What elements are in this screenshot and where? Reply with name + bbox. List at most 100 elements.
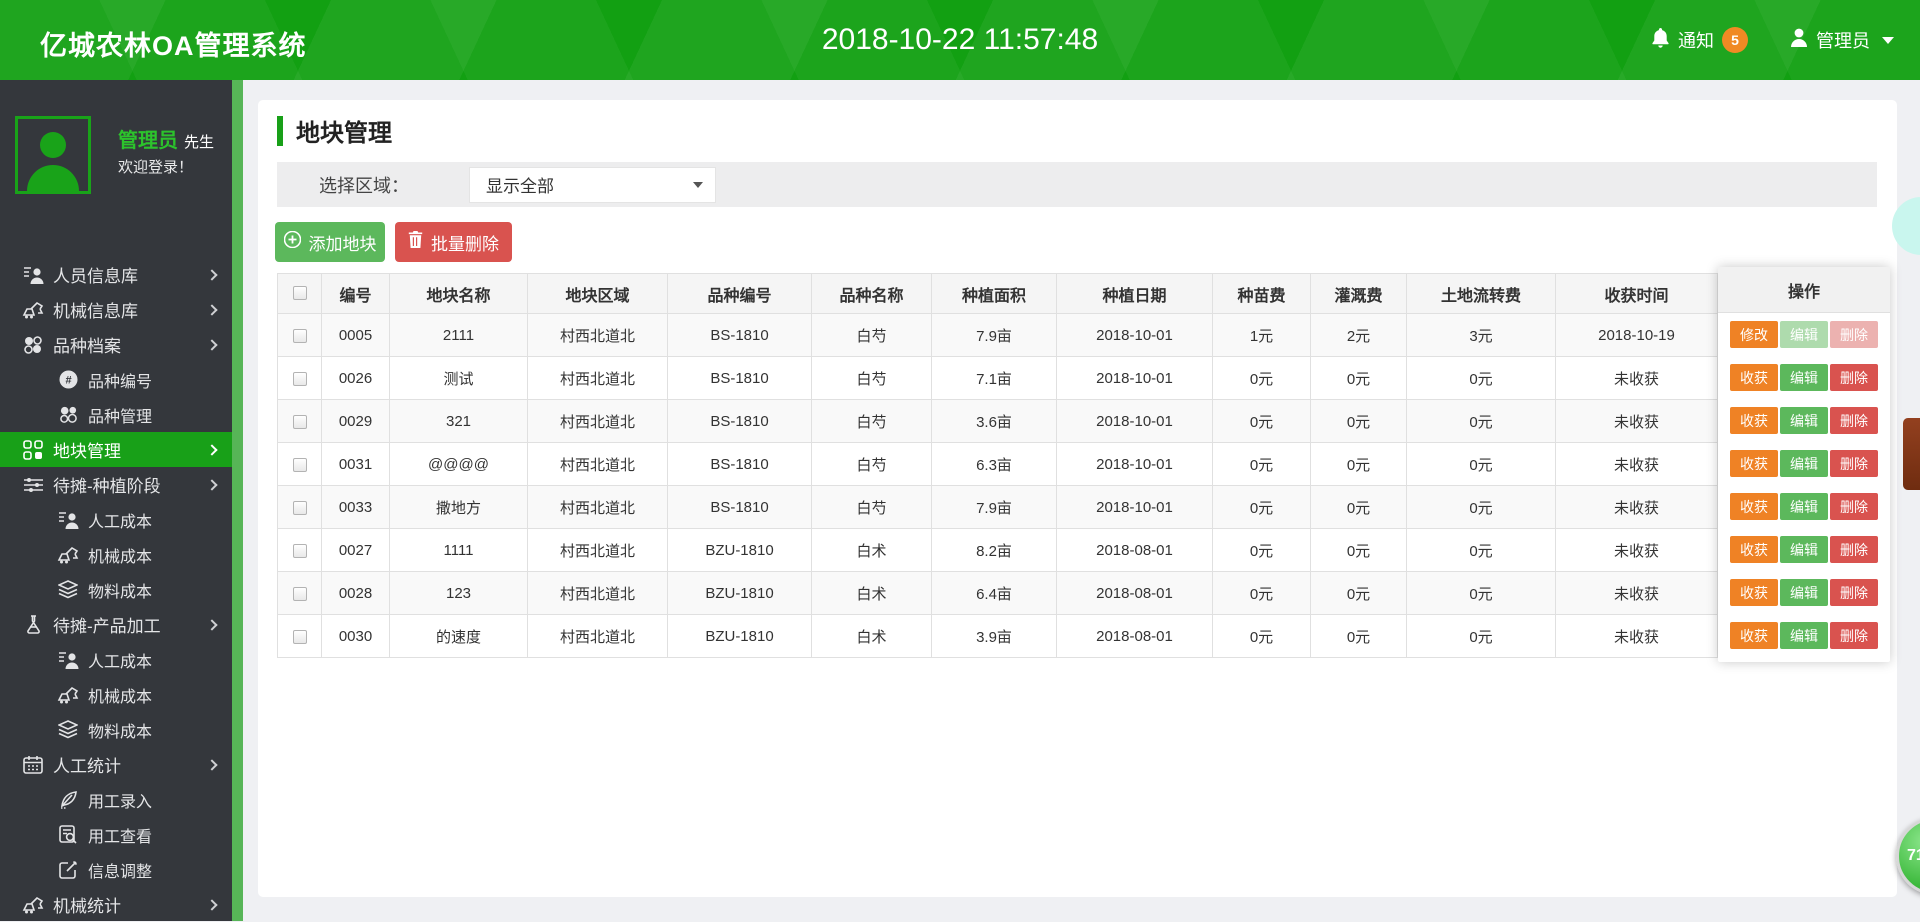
action-button-edit[interactable]: 编辑 — [1780, 364, 1828, 391]
action-button-primary[interactable]: 修改 — [1730, 321, 1778, 348]
action-button-edit[interactable]: 编辑 — [1780, 579, 1828, 606]
edit-icon — [57, 859, 79, 881]
avatar — [15, 116, 91, 194]
sidebar-item-15[interactable]: 用工录入 — [0, 782, 232, 817]
sidebar-item-3[interactable]: # 品种编号 — [0, 362, 232, 397]
sidebar-item-label: 待摊-产品加工 — [53, 617, 161, 636]
row-checkbox[interactable] — [292, 414, 307, 429]
action-button-primary[interactable]: 收获 — [1730, 364, 1778, 391]
action-button-edit[interactable]: 编辑 — [1780, 536, 1828, 563]
table-cell: 0元 — [1310, 399, 1407, 443]
excavator-icon — [57, 684, 79, 706]
action-button-delete[interactable]: 删除 — [1830, 450, 1878, 477]
action-button-primary[interactable]: 收获 — [1730, 450, 1778, 477]
table-cell: 未收获 — [1555, 528, 1718, 572]
floating-green-badge[interactable]: 71 — [1896, 817, 1920, 895]
sidebar-item-1[interactable]: 机械信息库 — [0, 292, 232, 327]
action-button-delete[interactable]: 删除 — [1830, 407, 1878, 434]
sidebar-item-18[interactable]: 机械统计 — [0, 887, 232, 922]
sidebar-item-0[interactable]: 人员信息库 — [0, 257, 232, 292]
floating-side-tab[interactable] — [1903, 418, 1920, 490]
sidebar-item-4[interactable]: 品种管理 — [0, 397, 232, 432]
sidebar-item-14[interactable]: 人工统计 — [0, 747, 232, 782]
page-title: 地块管理 — [296, 120, 392, 147]
user-menu-button[interactable]: 管理员 — [1790, 27, 1894, 53]
sidebar-item-7[interactable]: 人工成本 — [0, 502, 232, 537]
sidebar-item-label: 机械成本 — [88, 548, 153, 566]
action-button-primary[interactable]: 收获 — [1730, 579, 1778, 606]
table-cell: 白芍 — [811, 485, 932, 529]
row-checkbox[interactable] — [292, 371, 307, 386]
action-button-delete[interactable]: 删除 — [1830, 536, 1878, 563]
table-cell: 白术 — [811, 571, 932, 615]
sidebar-item-9[interactable]: 物料成本 — [0, 572, 232, 607]
table-cell: 0元 — [1406, 356, 1556, 400]
table-cell: 3.6亩 — [931, 399, 1057, 443]
action-button-edit[interactable]: 编辑 — [1780, 450, 1828, 477]
header-datetime: 2018-10-22 11:57:48 — [821, 23, 1099, 56]
table-cell: 村西北道北 — [527, 399, 668, 443]
sidebar-item-12[interactable]: 机械成本 — [0, 677, 232, 712]
sidebar-item-10[interactable]: 待摊-产品加工 — [0, 607, 232, 642]
table-cell: 0028 — [321, 571, 390, 615]
table-cell: 0元 — [1406, 485, 1556, 529]
sidebar-item-2[interactable]: 品种档案 — [0, 327, 232, 362]
row-checkbox[interactable] — [292, 328, 307, 343]
action-button-delete[interactable]: 删除 — [1830, 364, 1878, 391]
add-plot-button[interactable]: 添加地块 — [275, 222, 385, 262]
row-checkbox[interactable] — [292, 586, 307, 601]
action-button-primary[interactable]: 收获 — [1730, 536, 1778, 563]
row-checkbox[interactable] — [292, 457, 307, 472]
notifications-count-badge: 5 — [1722, 27, 1748, 53]
row-checkbox[interactable] — [292, 629, 307, 644]
action-button-delete[interactable]: 删除 — [1830, 622, 1878, 649]
calendar-icon — [22, 754, 44, 776]
sidebar-item-label: 品种档案 — [53, 337, 121, 356]
sidebar-item-5[interactable]: 地块管理 — [0, 432, 232, 467]
sidebar-item-16[interactable]: 用工查看 — [0, 817, 232, 852]
table-cell: 村西北道北 — [527, 313, 668, 357]
people-list-icon — [57, 649, 79, 671]
column-header: 地块名称 — [389, 273, 528, 314]
action-button-edit[interactable]: 编辑 — [1780, 493, 1828, 520]
action-button-delete[interactable]: 删除 — [1830, 493, 1878, 520]
table-cell: BZU-1810 — [667, 614, 812, 658]
table-cell: 2018-10-01 — [1056, 399, 1213, 443]
row-checkbox[interactable] — [292, 500, 307, 515]
action-button-edit[interactable]: 编辑 — [1780, 321, 1828, 348]
select-all-checkbox[interactable] — [292, 286, 307, 301]
action-button-primary[interactable]: 收获 — [1730, 622, 1778, 649]
region-select[interactable]: 显示全部 — [469, 166, 716, 203]
table-cell: 321 — [389, 399, 528, 443]
action-button-primary[interactable]: 收获 — [1730, 493, 1778, 520]
table-cell: BZU-1810 — [667, 571, 812, 615]
row-checkbox[interactable] — [292, 543, 307, 558]
sidebar-item-11[interactable]: 人工成本 — [0, 642, 232, 677]
plots-table: 编号 地块名称 地块区域 品种编号 品种名称 种植面积 种植日期 种苗费 灌溉费 土地流转费 收获时… — [277, 273, 1718, 658]
action-button-delete[interactable]: 删除 — [1830, 321, 1878, 348]
sidebar-item-8[interactable]: 机械成本 — [0, 537, 232, 572]
sidebar-item-6[interactable]: 待摊-种植阶段 — [0, 467, 232, 502]
chevron-right-icon — [206, 758, 218, 771]
table-cell: BS-1810 — [667, 313, 812, 357]
sidebar-item-13[interactable]: 物料成本 — [0, 712, 232, 747]
sidebar-accent-strip — [232, 80, 243, 921]
sidebar-item-label: 品种管理 — [88, 408, 153, 426]
sidebar-item-17[interactable]: 信息调整 — [0, 852, 232, 887]
action-button-edit[interactable]: 编辑 — [1780, 622, 1828, 649]
table-cell: 白术 — [811, 614, 932, 658]
action-row: 收获 编辑 删除 — [1718, 399, 1890, 442]
trash-icon — [408, 231, 423, 253]
batch-delete-button[interactable]: 批量删除 — [395, 222, 512, 262]
column-header: 地块区域 — [527, 273, 668, 314]
action-button-primary[interactable]: 收获 — [1730, 407, 1778, 434]
table-cell: 白芍 — [811, 356, 932, 400]
table-cell: 2018-10-01 — [1056, 313, 1213, 357]
table-row: 0026 测试 村西北道北 BS-1810 白芍 7.1亩 2018-10-01 0元 0元 0元… — [277, 356, 1718, 400]
table-row: 0005 2111 村西北道北 BS-1810 白芍 7.9亩 2018-10-01 1元 2元… — [277, 313, 1718, 357]
notifications-button[interactable]: 通知 5 — [1651, 27, 1748, 53]
action-button-delete[interactable]: 删除 — [1830, 579, 1878, 606]
action-button-edit[interactable]: 编辑 — [1780, 407, 1828, 434]
table-cell: 撒地方 — [389, 485, 528, 529]
table-cell: 2018-10-01 — [1056, 485, 1213, 529]
